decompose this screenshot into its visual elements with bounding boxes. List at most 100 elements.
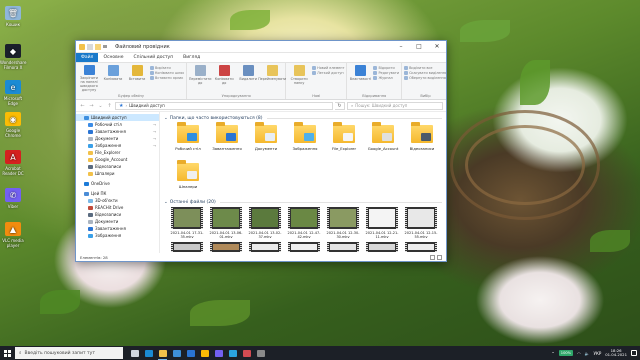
taskbar-app[interactable]: [171, 346, 182, 360]
nav-item[interactable]: Відеозаписи: [76, 163, 159, 170]
nav-item[interactable]: Завантаження ⊸: [76, 128, 159, 135]
ribbon-tab[interactable]: Файл: [76, 53, 99, 62]
search-input[interactable]: ⌕ Пошук: Швидкий доступ: [347, 101, 443, 110]
desktop-icon[interactable]: ▲ VLC media player: [0, 222, 26, 248]
ribbon-tab[interactable]: Спільний доступ: [129, 53, 179, 62]
ribbon-small-button[interactable]: Виділити все: [404, 66, 446, 70]
up-button[interactable]: ↑: [106, 103, 113, 109]
nav-item[interactable]: File_Explorer: [76, 149, 159, 156]
battery-indicator[interactable]: 100%: [558, 350, 574, 356]
wifi-icon[interactable]: ◠: [577, 351, 581, 356]
ribbon-small-button[interactable]: Копіювати шлях: [150, 71, 184, 75]
nav-item[interactable]: REACHit Drive: [76, 204, 159, 211]
taskbar-app[interactable]: [213, 346, 224, 360]
recent-locations-button[interactable]: ⌄: [97, 103, 104, 109]
nav-item[interactable]: Цей ПК: [76, 190, 159, 197]
recent-file[interactable]: 2021-04-01 12-21-11.mkv: [365, 207, 399, 239]
nav-item[interactable]: Зображення: [76, 232, 159, 239]
ribbon-small-button[interactable]: Редагувати: [373, 71, 399, 75]
recent-file[interactable]: 2021-04-01 12-47-42.mkv: [287, 207, 321, 239]
desktop-icon[interactable]: A Acrobat Reader DC: [0, 150, 26, 176]
ribbon-small-button[interactable]: Скасувати виділення: [404, 71, 446, 75]
folder-tile[interactable]: Зображення: [287, 122, 323, 160]
ribbon-button[interactable]: Видалити: [237, 65, 259, 92]
close-button[interactable]: ✕: [428, 41, 446, 53]
desktop-icon[interactable]: e Microsoft Edge: [0, 80, 26, 106]
nav-item[interactable]: Відеозаписи: [76, 211, 159, 218]
nav-item[interactable]: Завантаження: [76, 225, 159, 232]
ribbon-small-button[interactable]: Новий елемент: [312, 66, 344, 70]
folder-tile[interactable]: Робочий стіл: [170, 122, 206, 160]
start-button[interactable]: [0, 346, 14, 360]
folder-tile[interactable]: File_Explorer: [326, 122, 362, 160]
recent-file[interactable]: 2021-04-01 12-15-55.mkv: [404, 207, 438, 239]
folder-tile[interactable]: Документи: [248, 122, 284, 160]
recent-file[interactable]: 2021-04-01 12-30-30.mkv: [326, 207, 360, 239]
chevron-up-icon[interactable]: ⌃: [551, 351, 554, 356]
large-icons-view-button[interactable]: [437, 254, 442, 260]
nav-item[interactable]: OneDrive: [76, 180, 159, 187]
recent-file[interactable]: [248, 242, 282, 252]
ribbon-small-button[interactable]: Вирізати: [150, 66, 184, 70]
desktop-icon[interactable]: ◆ Wondershare Filmora X: [0, 44, 26, 70]
ribbon-button[interactable]: Перемістити до: [189, 65, 211, 92]
folder-tile[interactable]: Шпалери: [170, 160, 206, 198]
language-indicator[interactable]: УКР: [594, 351, 602, 356]
forward-button[interactable]: →: [88, 103, 95, 109]
recent-file[interactable]: 2021-04-01 13-06-01.mkv: [209, 207, 243, 239]
recent-file[interactable]: [365, 242, 399, 252]
ribbon-tab[interactable]: Вигляд: [178, 53, 205, 62]
ribbon-tab[interactable]: Основне: [98, 53, 128, 62]
nav-item[interactable]: 3D-об'єкти: [76, 197, 159, 204]
recent-file[interactable]: [326, 242, 360, 252]
file-explorer-window[interactable]: Файловий провідник – □ ✕ Файл Основне Спіл…: [75, 40, 447, 262]
ribbon-small-button[interactable]: Обернути виділення: [404, 76, 446, 80]
desktop-icon[interactable]: 🗑 Кошик: [0, 6, 26, 27]
nav-item[interactable]: Документи: [76, 218, 159, 225]
ribbon-small-button[interactable]: Вставити ярлик: [150, 76, 184, 80]
title-bar[interactable]: Файловий провідник – □ ✕: [76, 41, 446, 53]
recent-file[interactable]: [209, 242, 243, 252]
volume-icon[interactable]: 🔈: [585, 351, 590, 356]
taskbar-app[interactable]: [199, 346, 210, 360]
recent-file[interactable]: 2021-04-01 17-31-35.mkv: [170, 207, 204, 239]
maximize-button[interactable]: □: [410, 41, 428, 53]
back-button[interactable]: ←: [79, 103, 86, 109]
ribbon-button[interactable]: Копіювати до: [213, 65, 235, 92]
properties-icon[interactable]: [87, 43, 93, 50]
ribbon-button[interactable]: Створити папку: [288, 65, 310, 92]
details-view-button[interactable]: [430, 254, 435, 260]
taskbar-app[interactable]: [143, 346, 154, 360]
nav-item[interactable]: Шпалери: [76, 170, 159, 177]
taskbar-app[interactable]: [185, 346, 196, 360]
recent-files-header[interactable]: ⌄ Останні файли (20): [164, 198, 442, 206]
nav-item[interactable]: Документи ⊸: [76, 135, 159, 142]
taskbar-app[interactable]: [255, 346, 266, 360]
folder-tile[interactable]: Відеозаписи: [404, 122, 440, 160]
nav-item[interactable]: Швидкий доступ: [76, 114, 159, 121]
folder-tile[interactable]: Google_Account: [365, 122, 401, 160]
notifications-icon[interactable]: [631, 350, 637, 356]
taskbar-app[interactable]: [241, 346, 252, 360]
ribbon-button[interactable]: Перейменувати: [258, 65, 286, 92]
refresh-button[interactable]: ↻: [335, 101, 345, 110]
desktop-icon[interactable]: ✆ Viber: [0, 188, 26, 209]
recent-file[interactable]: [404, 242, 438, 252]
nav-item[interactable]: Робочий стіл ⊸: [76, 121, 159, 128]
recent-file[interactable]: 2021-04-01 13-02-37.mkv: [248, 207, 282, 239]
taskbar-app[interactable]: [227, 346, 238, 360]
recent-file[interactable]: [170, 242, 204, 252]
ribbon-button[interactable]: Копіювати: [102, 65, 124, 92]
ribbon-small-button[interactable]: Легкий доступ: [312, 71, 344, 75]
chevron-down-icon[interactable]: [103, 45, 107, 48]
taskbar-search-input[interactable]: ⌕ Введіть пошуковий запит тут: [15, 347, 123, 359]
nav-item[interactable]: Зображення ⊸: [76, 142, 159, 149]
ribbon-button[interactable]: Закріпити на панелі швидкого доступу: [78, 65, 100, 92]
frequent-folders-header[interactable]: ⌄ Папки, що часто використовуються (8): [164, 114, 442, 122]
folder-tile[interactable]: Завантаження: [209, 122, 245, 160]
taskbar-app[interactable]: [157, 346, 168, 360]
address-bar[interactable]: ★ › Швидкий доступ: [115, 101, 333, 110]
ribbon-small-button[interactable]: Журнал: [373, 76, 399, 80]
taskbar-app[interactable]: [129, 346, 140, 360]
recent-file[interactable]: [287, 242, 321, 252]
